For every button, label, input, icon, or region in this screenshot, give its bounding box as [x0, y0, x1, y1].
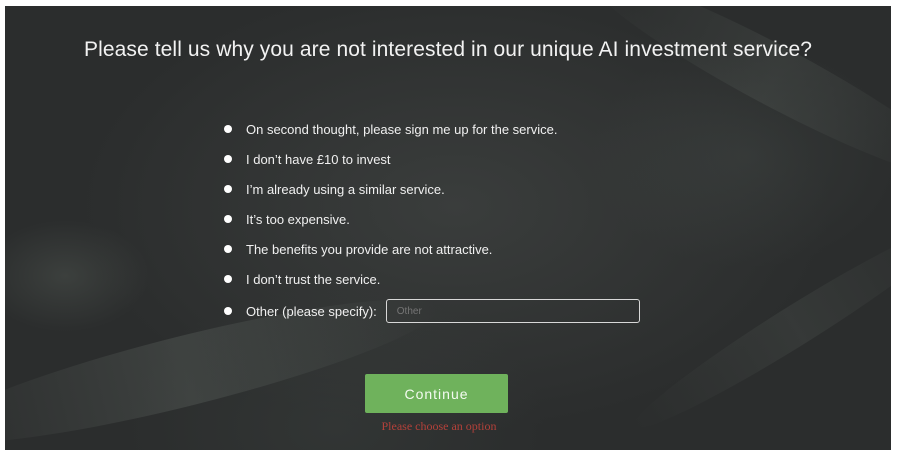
radio-bullet-icon[interactable]: [224, 155, 232, 163]
option-label: I don’t trust the service.: [246, 271, 381, 287]
radio-bullet-icon[interactable]: [224, 307, 232, 315]
radio-bullet-icon[interactable]: [224, 245, 232, 253]
continue-button[interactable]: Continue: [365, 374, 508, 413]
option-no-trust[interactable]: I don’t trust the service.: [220, 264, 640, 294]
error-message: Please choose an option: [381, 419, 497, 433]
option-label: The benefits you provide are not attract…: [246, 241, 493, 257]
survey-panel: Please tell us why you are not intereste…: [5, 6, 891, 450]
option-label: On second thought, please sign me up for…: [246, 121, 558, 137]
radio-bullet-icon[interactable]: [224, 215, 232, 223]
option-label: I don’t have £10 to invest: [246, 151, 391, 167]
radio-bullet-icon[interactable]: [224, 275, 232, 283]
option-similar-service[interactable]: I’m already using a similar service.: [220, 174, 640, 204]
option-other[interactable]: Other (please specify):: [220, 294, 640, 328]
option-label: It’s too expensive.: [246, 211, 350, 227]
survey-question: Please tell us why you are not intereste…: [83, 38, 813, 61]
option-too-expensive[interactable]: It’s too expensive.: [220, 204, 640, 234]
other-specify-input[interactable]: [385, 299, 640, 323]
option-label: Other (please specify):: [246, 303, 377, 319]
radio-bullet-icon[interactable]: [224, 185, 232, 193]
option-no-money[interactable]: I don’t have £10 to invest: [220, 144, 640, 174]
option-label: I’m already using a similar service.: [246, 181, 445, 197]
option-sign-up[interactable]: On second thought, please sign me up for…: [220, 114, 640, 144]
option-not-attractive[interactable]: The benefits you provide are not attract…: [220, 234, 640, 264]
option-list: On second thought, please sign me up for…: [220, 114, 640, 328]
radio-bullet-icon[interactable]: [224, 125, 232, 133]
background-leaf: [623, 208, 891, 444]
